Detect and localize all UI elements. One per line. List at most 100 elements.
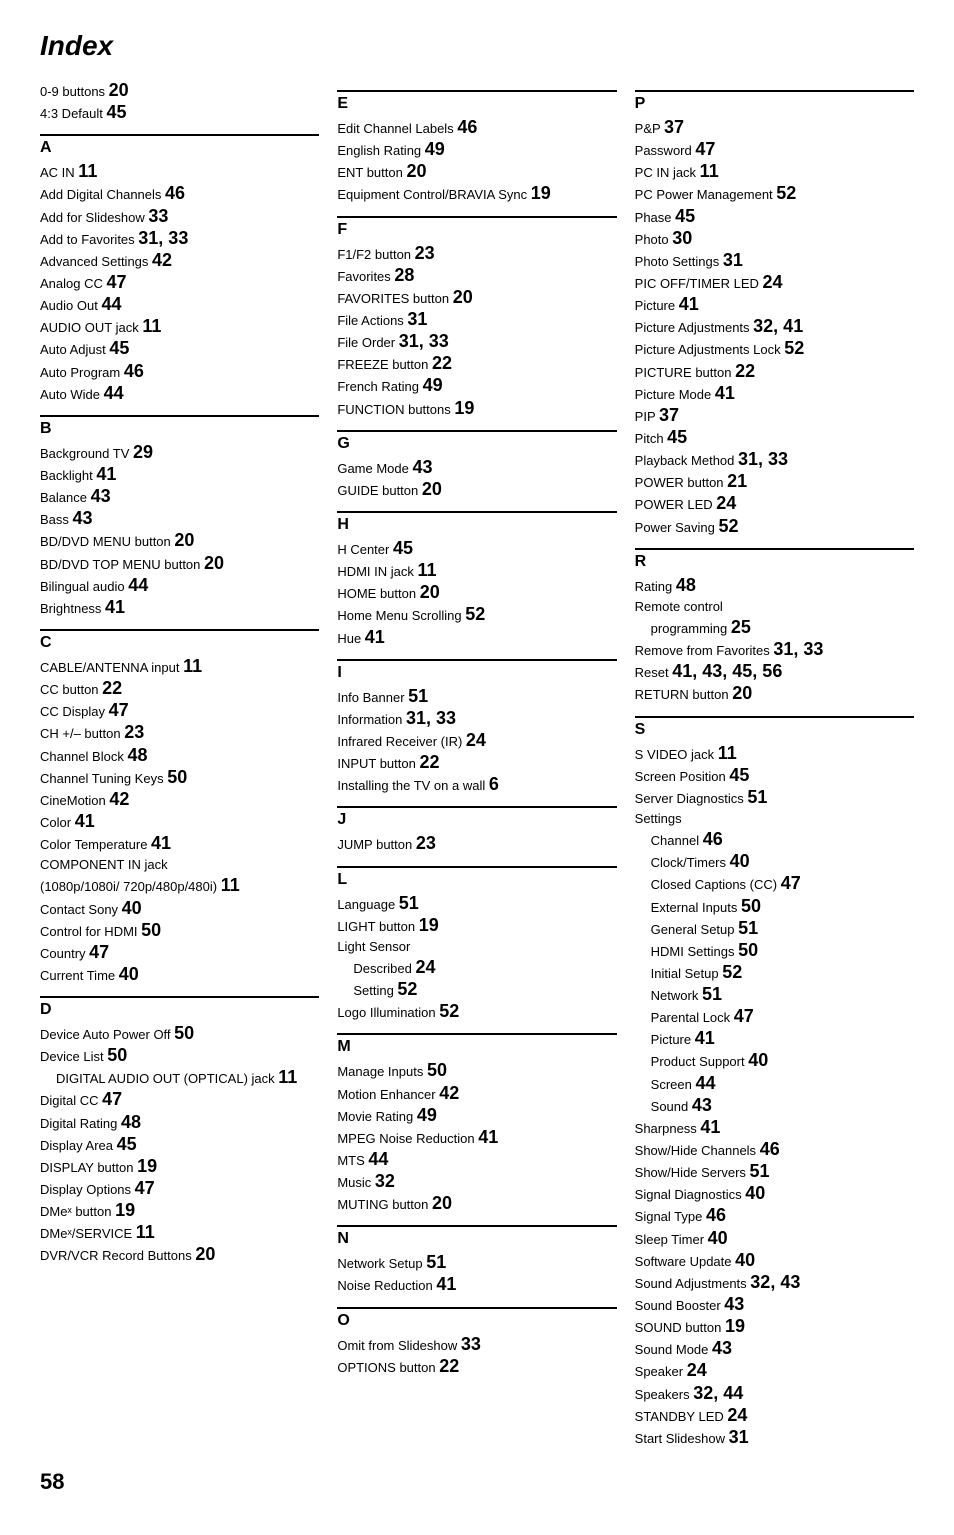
index-entry: Add to Favorites 31, 33 xyxy=(40,228,319,250)
index-entry: PC IN jack 11 xyxy=(635,161,914,183)
section-letter: B xyxy=(40,415,319,438)
index-entry: Add for Slideshow 33 xyxy=(40,206,319,228)
section-letter: I xyxy=(337,659,616,682)
index-entry: Start Slideshow 31 xyxy=(635,1427,914,1449)
index-entry: Playback Method 31, 33 xyxy=(635,449,914,471)
index-entry: Speaker 24 xyxy=(635,1360,914,1382)
index-entry: Brightness 41 xyxy=(40,597,319,619)
index-entry: Digital Rating 48 xyxy=(40,1112,319,1134)
index-entry: Clock/Timers 40 xyxy=(635,851,914,873)
index-entry: Equipment Control/BRAVIA Sync 19 xyxy=(337,183,616,205)
index-entry: Advanced Settings 42 xyxy=(40,250,319,272)
index-entry: Color 41 xyxy=(40,811,319,833)
index-entry: Network 51 xyxy=(635,984,914,1006)
index-entry: LIGHT button 19 xyxy=(337,915,616,937)
index-entry: Backlight 41 xyxy=(40,464,319,486)
index-entry: Picture 41 xyxy=(635,1028,914,1050)
index-entry: 4:3 Default 45 xyxy=(40,102,319,124)
index-entry: H Center 45 xyxy=(337,538,616,560)
index-entry: MUTING button 20 xyxy=(337,1193,616,1215)
index-entry: Described 24 xyxy=(337,957,616,979)
index-entry: PC Power Management 52 xyxy=(635,183,914,205)
index-entry: Screen 44 xyxy=(635,1073,914,1095)
index-entry: PICTURE button 22 xyxy=(635,361,914,383)
index-entry: Sleep Timer 40 xyxy=(635,1228,914,1250)
index-entry: Motion Enhancer 42 xyxy=(337,1083,616,1105)
index-entry: MTS 44 xyxy=(337,1149,616,1171)
index-entry: RETURN button 20 xyxy=(635,683,914,705)
index-entry: Device List 50 xyxy=(40,1045,319,1067)
index-entry: Remote control xyxy=(635,597,914,617)
section-letter: G xyxy=(337,430,616,453)
index-columns: 0-9 buttons 204:3 Default 45AAC IN 11Add… xyxy=(40,80,914,1449)
index-entry: S VIDEO jack 11 xyxy=(635,743,914,765)
index-entry: Screen Position 45 xyxy=(635,765,914,787)
index-entry: Movie Rating 49 xyxy=(337,1105,616,1127)
index-entry: File Actions 31 xyxy=(337,309,616,331)
index-entry: Bilingual audio 44 xyxy=(40,575,319,597)
index-entry: Bass 43 xyxy=(40,508,319,530)
index-entry: Infrared Receiver (IR) 24 xyxy=(337,730,616,752)
index-entry: DMeˣ/SERVICE 11 xyxy=(40,1222,319,1244)
index-entry: Setting 52 xyxy=(337,979,616,1001)
index-entry: Display Area 45 xyxy=(40,1134,319,1156)
index-entry: File Order 31, 33 xyxy=(337,331,616,353)
index-entry: F1/F2 button 23 xyxy=(337,243,616,265)
section-letter: E xyxy=(337,90,616,113)
index-entry: Manage Inputs 50 xyxy=(337,1060,616,1082)
index-entry: JUMP button 23 xyxy=(337,833,616,855)
index-entry: GUIDE button 20 xyxy=(337,479,616,501)
index-entry: Balance 43 xyxy=(40,486,319,508)
section-letter: P xyxy=(635,90,914,113)
index-entry: Edit Channel Labels 46 xyxy=(337,117,616,139)
index-entry: 0-9 buttons 20 xyxy=(40,80,319,102)
index-entry: BD/DVD MENU button 20 xyxy=(40,530,319,552)
index-entry: Sound Adjustments 32, 43 xyxy=(635,1272,914,1294)
index-entry: Settings xyxy=(635,809,914,829)
index-entry: Sharpness 41 xyxy=(635,1117,914,1139)
index-entry: Rating 48 xyxy=(635,575,914,597)
index-entry: Pitch 45 xyxy=(635,427,914,449)
index-entry: Color Temperature 41 xyxy=(40,833,319,855)
section-letter: H xyxy=(337,511,616,534)
index-entry: Game Mode 43 xyxy=(337,457,616,479)
index-entry: POWER LED 24 xyxy=(635,493,914,515)
index-entry: Control for HDMI 50 xyxy=(40,920,319,942)
index-entry: General Setup 51 xyxy=(635,918,914,940)
index-entry: PIC OFF/TIMER LED 24 xyxy=(635,272,914,294)
index-entry: Initial Setup 52 xyxy=(635,962,914,984)
section-letter: R xyxy=(635,548,914,571)
index-entry: Channel Block 48 xyxy=(40,745,319,767)
index-entry: Show/Hide Servers 51 xyxy=(635,1161,914,1183)
index-entry: Noise Reduction 41 xyxy=(337,1274,616,1296)
index-entry: Installing the TV on a wall 6 xyxy=(337,774,616,796)
index-entry: Phase 45 xyxy=(635,206,914,228)
index-entry: Channel 46 xyxy=(635,829,914,851)
index-entry: Favorites 28 xyxy=(337,265,616,287)
index-entry: Closed Captions (CC) 47 xyxy=(635,873,914,895)
index-entry: FAVORITES button 20 xyxy=(337,287,616,309)
index-entry: Info Banner 51 xyxy=(337,686,616,708)
section-letter: J xyxy=(337,806,616,829)
index-entry: Hue 41 xyxy=(337,627,616,649)
page-number: 58 xyxy=(40,1469,914,1495)
index-entry: Information 31, 33 xyxy=(337,708,616,730)
section-letter: L xyxy=(337,866,616,889)
index-entry: POWER button 21 xyxy=(635,471,914,493)
index-entry: Photo Settings 31 xyxy=(635,250,914,272)
index-entry: Device Auto Power Off 50 xyxy=(40,1023,319,1045)
index-entry: Password 47 xyxy=(635,139,914,161)
index-entry: STANDBY LED 24 xyxy=(635,1405,914,1427)
index-entry: INPUT button 22 xyxy=(337,752,616,774)
index-entry: Home Menu Scrolling 52 xyxy=(337,604,616,626)
index-entry: Power Saving 52 xyxy=(635,516,914,538)
section-letter: F xyxy=(337,216,616,239)
index-entry: HDMI Settings 50 xyxy=(635,940,914,962)
index-entry: CH +/– button 23 xyxy=(40,722,319,744)
index-entry: Show/Hide Channels 46 xyxy=(635,1139,914,1161)
index-entry: Country 47 xyxy=(40,942,319,964)
index-entry: Picture 41 xyxy=(635,294,914,316)
index-entry: MPEG Noise Reduction 41 xyxy=(337,1127,616,1149)
index-entry: ENT button 20 xyxy=(337,161,616,183)
index-entry: HOME button 20 xyxy=(337,582,616,604)
